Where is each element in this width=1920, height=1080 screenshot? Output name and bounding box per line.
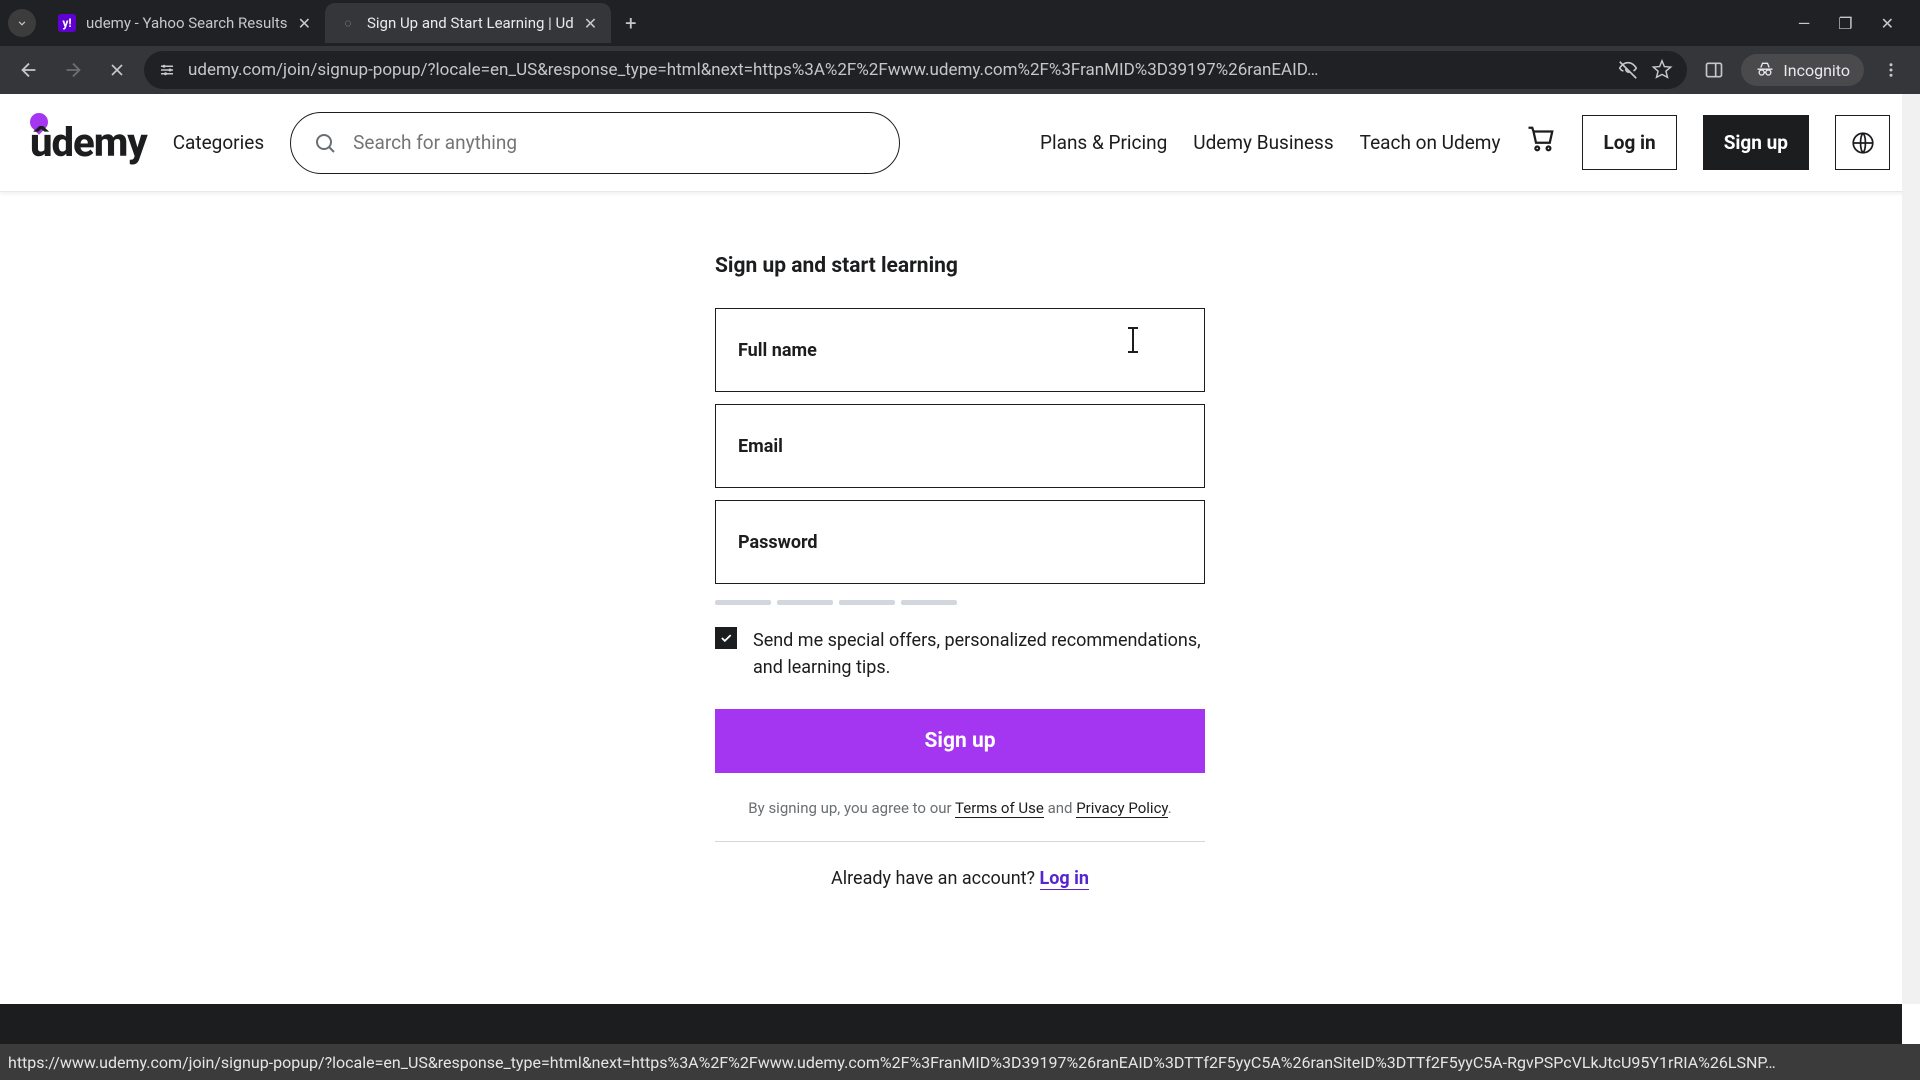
- search-icon: [313, 131, 337, 155]
- terms-suffix: .: [1168, 799, 1172, 817]
- fullname-label: Full name: [738, 340, 817, 361]
- arrow-left-icon: [18, 59, 40, 81]
- incognito-badge[interactable]: Incognito: [1741, 54, 1864, 86]
- signup-title: Sign up and start learning: [715, 254, 1205, 278]
- already-text: Already have an account?: [831, 868, 1040, 889]
- signup-submit-button[interactable]: Sign up: [715, 709, 1205, 773]
- url-text: udemy.com/join/signup-popup/?locale=en_U…: [188, 60, 1605, 80]
- incognito-icon: [1755, 60, 1775, 80]
- terms-and: and: [1044, 799, 1076, 817]
- login-button[interactable]: Log in: [1582, 115, 1676, 170]
- site-settings-icon[interactable]: [158, 61, 176, 79]
- offers-checkbox-row[interactable]: Send me special offers, personalized rec…: [715, 627, 1205, 681]
- status-url: https://www.udemy.com/join/signup-popup/…: [8, 1053, 1776, 1072]
- site-header: ûdemy Categories Plans & Pricing Udemy B…: [0, 94, 1920, 192]
- udemy-logo[interactable]: ûdemy: [30, 119, 147, 166]
- side-panel-button[interactable]: [1697, 53, 1731, 87]
- site-footer: [0, 1004, 1902, 1044]
- forward-button: [56, 53, 90, 87]
- address-bar[interactable]: udemy.com/join/signup-popup/?locale=en_U…: [144, 51, 1687, 89]
- kebab-icon: [1882, 61, 1900, 79]
- already-account-row: Already have an account? Log in: [715, 868, 1205, 889]
- text-cursor-icon: [1132, 327, 1134, 353]
- tab-title: Sign Up and Start Learning | Ud: [367, 14, 574, 32]
- arrow-right-icon: [62, 59, 84, 81]
- check-icon: [719, 631, 733, 645]
- email-label: Email: [738, 436, 783, 457]
- maximize-icon[interactable]: ❐: [1838, 14, 1852, 33]
- tab-title: udemy - Yahoo Search Results: [86, 14, 288, 32]
- categories-link[interactable]: Categories: [173, 131, 264, 154]
- search-input[interactable]: [353, 131, 877, 154]
- search-box[interactable]: [290, 112, 900, 174]
- chevron-down-icon: [15, 16, 29, 30]
- incognito-label: Incognito: [1783, 61, 1850, 80]
- password-field[interactable]: Password: [715, 500, 1205, 584]
- signup-button[interactable]: Sign up: [1703, 115, 1809, 170]
- email-field[interactable]: Email: [715, 404, 1205, 488]
- privacy-policy-link[interactable]: Privacy Policy: [1076, 799, 1168, 818]
- offers-checkbox[interactable]: [715, 627, 737, 649]
- terms-prefix: By signing up, you agree to our: [748, 799, 955, 817]
- globe-icon: [1850, 130, 1876, 156]
- browser-tab-udemy[interactable]: ◌ Sign Up and Start Learning | Ud ✕: [325, 3, 611, 43]
- tab-search-dropdown[interactable]: [8, 9, 36, 37]
- teach-link[interactable]: Teach on Udemy: [1360, 131, 1501, 154]
- cart-button[interactable]: [1526, 124, 1556, 161]
- cart-icon: [1526, 124, 1556, 154]
- scrollbar[interactable]: [1902, 94, 1920, 1004]
- strength-bar: [777, 600, 833, 605]
- browser-menu-button[interactable]: [1874, 53, 1908, 87]
- fullname-field[interactable]: Full name: [715, 308, 1205, 392]
- password-strength-meter: [715, 600, 1205, 605]
- star-icon[interactable]: [1651, 59, 1673, 81]
- browser-status-bar: https://www.udemy.com/join/signup-popup/…: [0, 1044, 1920, 1080]
- terms-text: By signing up, you agree to our Terms of…: [715, 799, 1205, 842]
- minimize-icon[interactable]: ―: [1798, 14, 1811, 33]
- udemy-business-link[interactable]: Udemy Business: [1193, 131, 1333, 154]
- strength-bar: [901, 600, 957, 605]
- close-icon: [107, 60, 127, 80]
- strength-bar: [839, 600, 895, 605]
- browser-tab-strip: y! udemy - Yahoo Search Results ✕ ◌ Sign…: [0, 0, 1920, 46]
- browser-toolbar: udemy.com/join/signup-popup/?locale=en_U…: [0, 46, 1920, 94]
- close-icon[interactable]: ✕: [584, 14, 597, 33]
- close-icon[interactable]: ✕: [298, 14, 311, 33]
- terms-of-use-link[interactable]: Terms of Use: [955, 799, 1044, 818]
- password-label: Password: [738, 532, 818, 553]
- browser-tab-yahoo[interactable]: y! udemy - Yahoo Search Results ✕: [44, 3, 325, 43]
- panel-icon: [1704, 60, 1724, 80]
- offers-label: Send me special offers, personalized rec…: [753, 627, 1205, 681]
- plans-pricing-link[interactable]: Plans & Pricing: [1040, 131, 1167, 154]
- new-tab-button[interactable]: +: [611, 11, 650, 35]
- back-button[interactable]: [12, 53, 46, 87]
- strength-bar: [715, 600, 771, 605]
- page-content: ûdemy Categories Plans & Pricing Udemy B…: [0, 94, 1920, 1080]
- language-button[interactable]: [1835, 115, 1890, 170]
- signup-form: Sign up and start learning Full name Ema…: [715, 254, 1205, 889]
- stop-button[interactable]: [100, 53, 134, 87]
- login-link[interactable]: Log in: [1040, 868, 1090, 890]
- window-controls: ― ❐ ✕: [1780, 14, 1912, 33]
- yahoo-favicon-icon: y!: [58, 14, 76, 32]
- loading-favicon-icon: ◌: [339, 14, 357, 32]
- eye-off-icon[interactable]: [1617, 59, 1639, 81]
- close-icon[interactable]: ✕: [1881, 14, 1894, 33]
